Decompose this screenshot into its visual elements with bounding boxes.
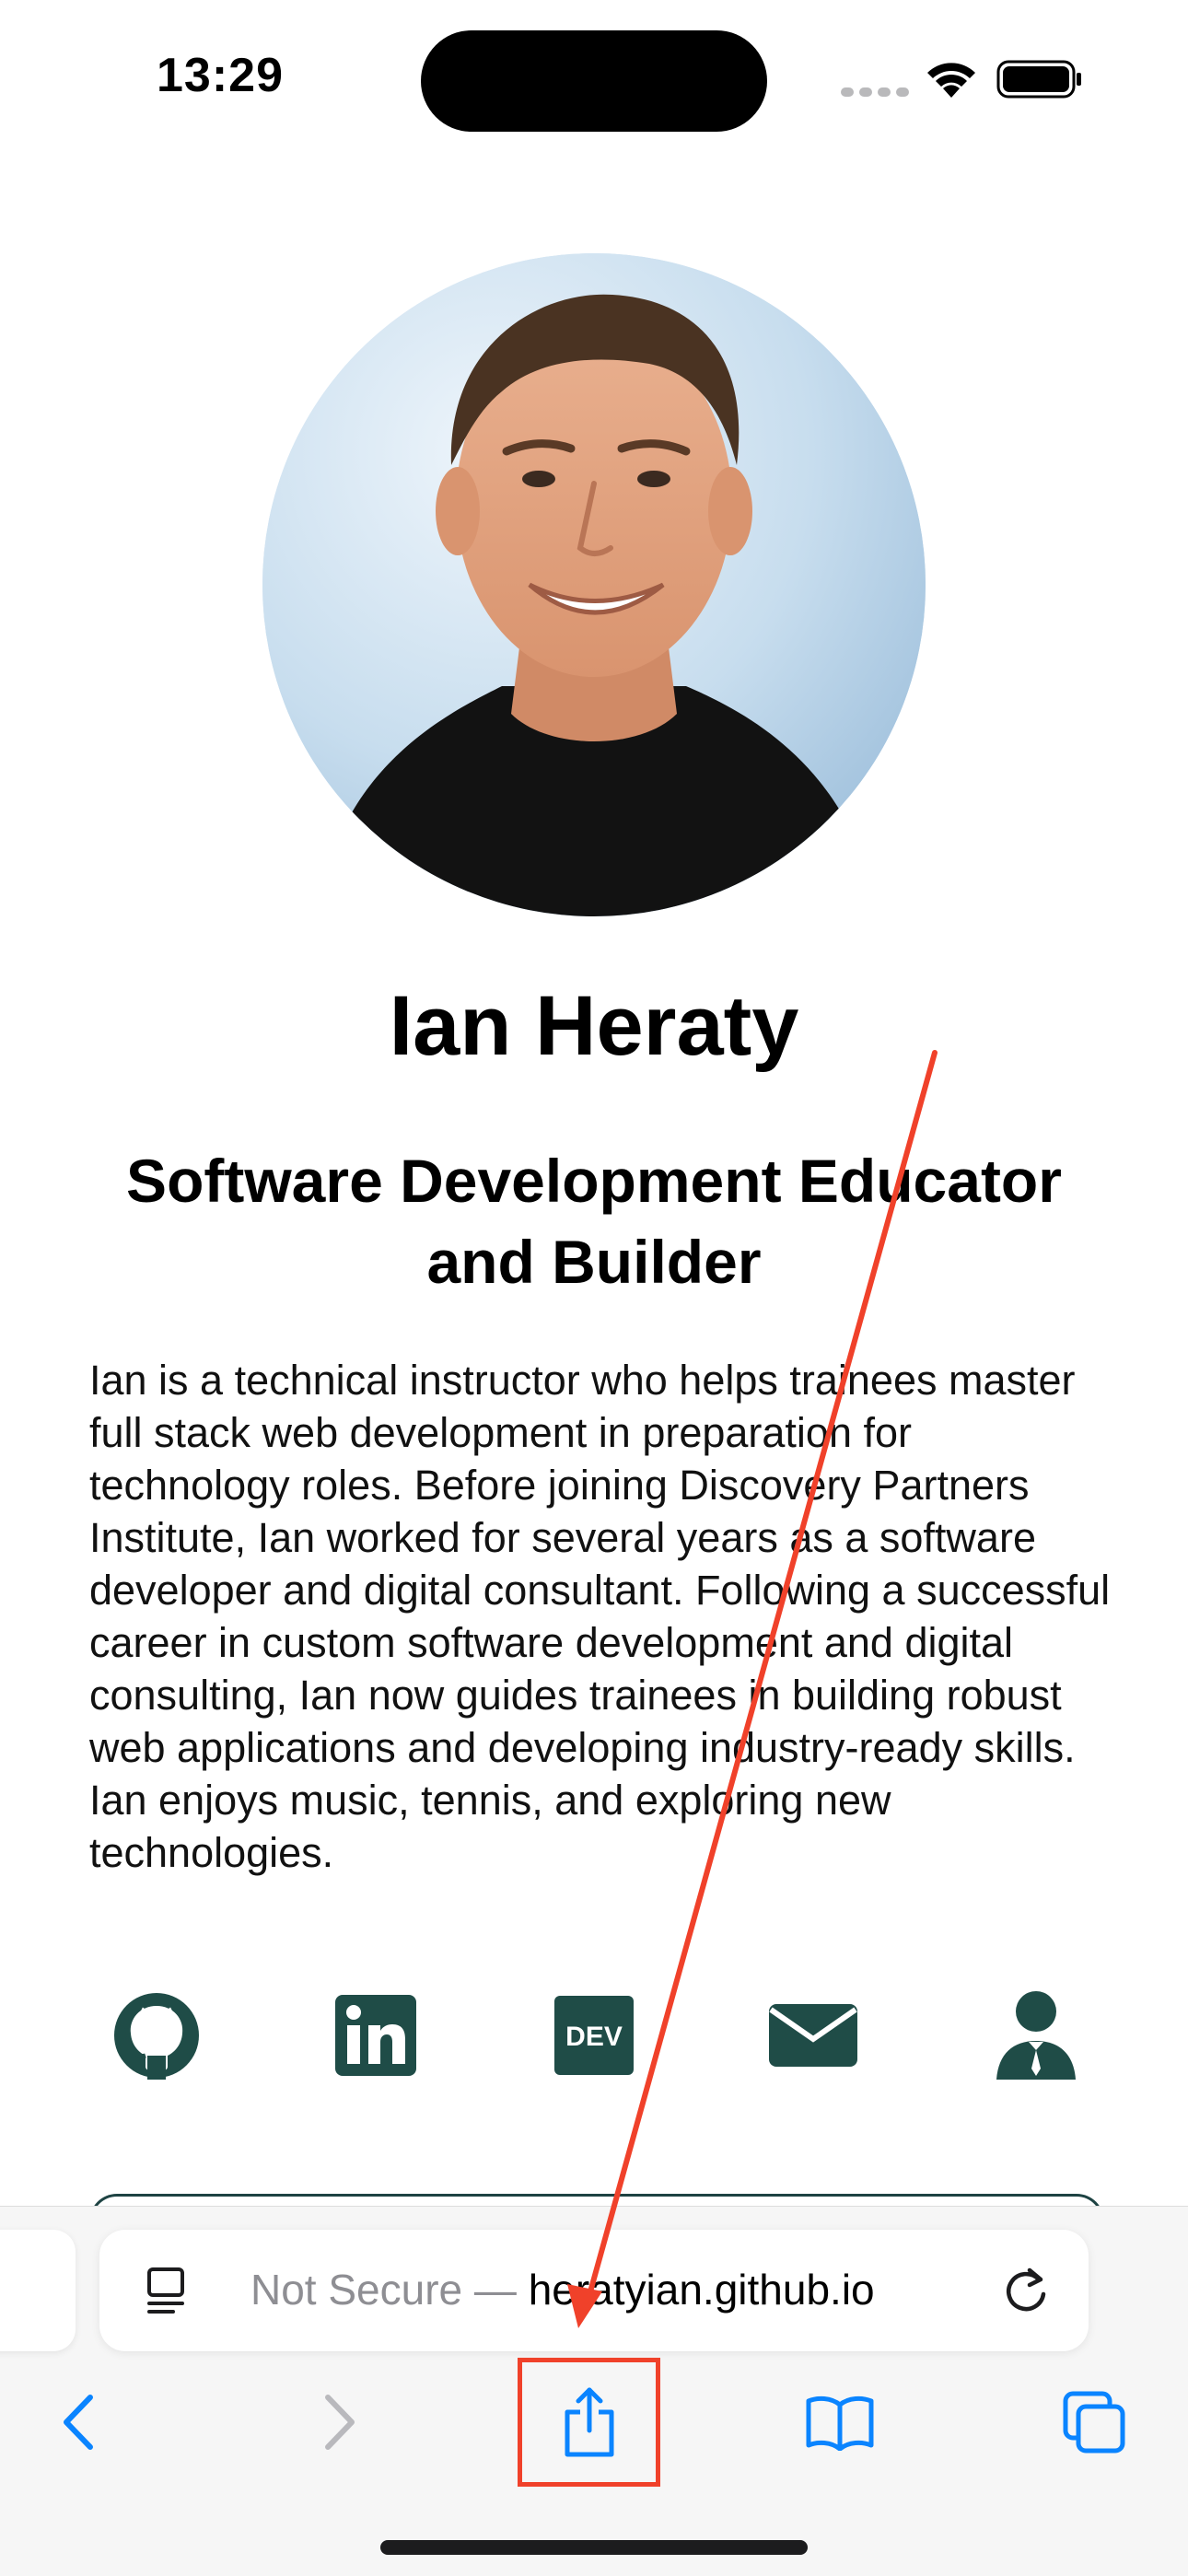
back-icon xyxy=(64,2395,93,2450)
tabs-icon xyxy=(1063,2391,1125,2454)
dev-link[interactable]: DEV xyxy=(548,1989,640,2081)
status-bar: 13:29 xyxy=(0,0,1188,157)
resume-icon xyxy=(996,1991,1076,2080)
url-display[interactable]: Not Secure — heratyian.github.io xyxy=(250,2265,875,2314)
resume-link[interactable] xyxy=(990,1989,1082,2081)
bookmarks-icon xyxy=(806,2395,874,2451)
address-bar[interactable]: Not Secure — heratyian.github.io xyxy=(99,2230,1089,2351)
dev-icon: DEV xyxy=(554,1996,634,2075)
github-icon xyxy=(114,1993,199,2080)
status-time: 13:29 xyxy=(157,49,284,102)
back-button[interactable] xyxy=(33,2385,125,2459)
home-indicator[interactable] xyxy=(380,2540,808,2555)
bookmarks-button[interactable] xyxy=(794,2385,886,2459)
email-link[interactable] xyxy=(767,1989,859,2081)
profile-name: Ian Heraty xyxy=(389,979,799,1073)
email-icon xyxy=(769,2004,857,2067)
battery-icon xyxy=(996,60,1081,99)
previous-tab-preview[interactable] xyxy=(0,2230,76,2351)
linkedin-icon xyxy=(335,1995,416,2076)
linkedin-link[interactable] xyxy=(330,1989,422,2081)
annotation-highlight-box xyxy=(518,2358,660,2487)
profile-photo xyxy=(262,253,926,916)
cellular-signal-icon xyxy=(841,85,914,101)
security-label: Not Secure xyxy=(250,2266,463,2314)
profile-subtitle: Software Development Educator and Builde… xyxy=(126,1147,1062,1296)
wifi-icon xyxy=(927,63,975,98)
reload-icon[interactable] xyxy=(1002,2267,1050,2314)
page-menu-icon[interactable] xyxy=(146,2267,188,2314)
github-link[interactable] xyxy=(111,1989,203,2081)
forward-icon xyxy=(325,2395,355,2450)
url-separator: — xyxy=(462,2266,529,2314)
tabs-button[interactable] xyxy=(1048,2385,1140,2459)
social-links: DEV xyxy=(0,1989,1188,2081)
url-domain: heratyian.github.io xyxy=(528,2266,875,2314)
dynamic-island xyxy=(421,30,767,132)
profile-avatar xyxy=(262,253,926,916)
forward-button[interactable] xyxy=(293,2385,385,2459)
profile-bio: Ian is a technical instructor who helps … xyxy=(89,1357,1111,1876)
dev-badge-text: DEV xyxy=(565,2022,623,2052)
